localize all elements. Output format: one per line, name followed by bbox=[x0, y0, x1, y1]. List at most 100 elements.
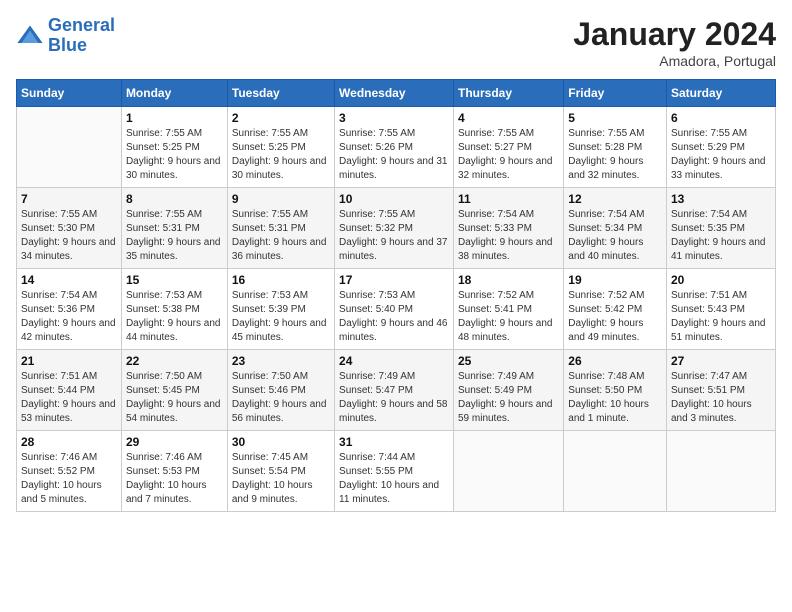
day-info: Sunrise: 7:47 AMSunset: 5:51 PMDaylight:… bbox=[671, 370, 771, 426]
day-number: 13 bbox=[671, 192, 771, 206]
day-number: 12 bbox=[568, 192, 662, 206]
calendar-cell: 15Sunrise: 7:53 AMSunset: 5:38 PMDayligh… bbox=[121, 269, 227, 350]
day-number: 17 bbox=[339, 273, 449, 287]
day-number: 4 bbox=[458, 111, 559, 125]
day-info: Sunrise: 7:54 AMSunset: 5:33 PMDaylight:… bbox=[458, 208, 559, 264]
day-info: Sunrise: 7:52 AMSunset: 5:41 PMDaylight:… bbox=[458, 289, 559, 345]
calendar-cell: 14Sunrise: 7:54 AMSunset: 5:36 PMDayligh… bbox=[17, 269, 122, 350]
calendar-week-row: 1 Sunrise: 7:55 AMSunset: 5:25 PMDaylight… bbox=[17, 107, 776, 188]
day-number: 22 bbox=[126, 354, 223, 368]
calendar-cell: 5 Sunrise: 7:55 AMSunset: 5:28 PMDaylight… bbox=[564, 107, 667, 188]
day-number: 5 bbox=[568, 111, 662, 125]
calendar-body: 1 Sunrise: 7:55 AMSunset: 5:25 PMDaylight… bbox=[17, 107, 776, 512]
day-info: Sunrise: 7:52 AMSunset: 5:42 PMDaylight:… bbox=[568, 289, 662, 345]
calendar-week-row: 7 Sunrise: 7:55 AMSunset: 5:30 PMDaylight… bbox=[17, 188, 776, 269]
day-info: Sunrise: 7:55 AMSunset: 5:25 PMDaylight:… bbox=[232, 127, 330, 183]
day-number: 29 bbox=[126, 435, 223, 449]
day-info: Sunrise: 7:55 AMSunset: 5:31 PMDaylight:… bbox=[126, 208, 223, 264]
day-info: Sunrise: 7:54 AMSunset: 5:35 PMDaylight:… bbox=[671, 208, 771, 264]
day-info: Sunrise: 7:49 AMSunset: 5:47 PMDaylight:… bbox=[339, 370, 449, 426]
header-row: SundayMondayTuesdayWednesdayThursdayFrid… bbox=[17, 80, 776, 107]
day-number: 18 bbox=[458, 273, 559, 287]
day-info: Sunrise: 7:55 AMSunset: 5:29 PMDaylight:… bbox=[671, 127, 771, 183]
day-info: Sunrise: 7:49 AMSunset: 5:49 PMDaylight:… bbox=[458, 370, 559, 426]
day-info: Sunrise: 7:50 AMSunset: 5:45 PMDaylight:… bbox=[126, 370, 223, 426]
day-info: Sunrise: 7:50 AMSunset: 5:46 PMDaylight:… bbox=[232, 370, 330, 426]
calendar-cell: 7 Sunrise: 7:55 AMSunset: 5:30 PMDaylight… bbox=[17, 188, 122, 269]
calendar-cell: 13 Sunrise: 7:54 AMSunset: 5:35 PMDayligh… bbox=[666, 188, 775, 269]
day-info: Sunrise: 7:55 AMSunset: 5:30 PMDaylight:… bbox=[21, 208, 117, 264]
day-number: 20 bbox=[671, 273, 771, 287]
header-monday: Monday bbox=[121, 80, 227, 107]
calendar-cell: 21Sunrise: 7:51 AMSunset: 5:44 PMDayligh… bbox=[17, 350, 122, 431]
day-info: Sunrise: 7:55 AMSunset: 5:27 PMDaylight:… bbox=[458, 127, 559, 183]
calendar-cell: 24 Sunrise: 7:49 AMSunset: 5:47 PMDayligh… bbox=[335, 350, 454, 431]
header-wednesday: Wednesday bbox=[335, 80, 454, 107]
calendar-header: SundayMondayTuesdayWednesdayThursdayFrid… bbox=[17, 80, 776, 107]
calendar-cell: 30 Sunrise: 7:45 AMSunset: 5:54 PMDayligh… bbox=[227, 431, 334, 512]
logo-line2: Blue bbox=[48, 35, 87, 55]
day-number: 16 bbox=[232, 273, 330, 287]
calendar-cell bbox=[666, 431, 775, 512]
day-number: 10 bbox=[339, 192, 449, 206]
calendar-cell: 23 Sunrise: 7:50 AMSunset: 5:46 PMDayligh… bbox=[227, 350, 334, 431]
day-number: 9 bbox=[232, 192, 330, 206]
calendar-cell: 12Sunrise: 7:54 AMSunset: 5:34 PMDayligh… bbox=[564, 188, 667, 269]
logo: General Blue bbox=[16, 16, 115, 56]
calendar-cell bbox=[564, 431, 667, 512]
header-friday: Friday bbox=[564, 80, 667, 107]
logo-text: General Blue bbox=[48, 16, 115, 56]
calendar-cell: 20Sunrise: 7:51 AMSunset: 5:43 PMDayligh… bbox=[666, 269, 775, 350]
calendar-cell: 27Sunrise: 7:47 AMSunset: 5:51 PMDayligh… bbox=[666, 350, 775, 431]
day-number: 6 bbox=[671, 111, 771, 125]
calendar-week-row: 21Sunrise: 7:51 AMSunset: 5:44 PMDayligh… bbox=[17, 350, 776, 431]
calendar-cell bbox=[17, 107, 122, 188]
title-block: January 2024 Amadora, Portugal bbox=[573, 16, 776, 69]
calendar-cell: 9Sunrise: 7:55 AMSunset: 5:31 PMDaylight… bbox=[227, 188, 334, 269]
day-info: Sunrise: 7:53 AMSunset: 5:40 PMDaylight:… bbox=[339, 289, 449, 345]
calendar-cell: 22 Sunrise: 7:50 AMSunset: 5:45 PMDayligh… bbox=[121, 350, 227, 431]
calendar-cell: 26 Sunrise: 7:48 AMSunset: 5:50 PMDayligh… bbox=[564, 350, 667, 431]
calendar-cell: 6 Sunrise: 7:55 AMSunset: 5:29 PMDaylight… bbox=[666, 107, 775, 188]
day-info: Sunrise: 7:55 AMSunset: 5:25 PMDaylight:… bbox=[126, 127, 223, 183]
calendar-cell: 17 Sunrise: 7:53 AMSunset: 5:40 PMDayligh… bbox=[335, 269, 454, 350]
calendar-cell: 10 Sunrise: 7:55 AMSunset: 5:32 PMDayligh… bbox=[335, 188, 454, 269]
day-number: 15 bbox=[126, 273, 223, 287]
subtitle: Amadora, Portugal bbox=[573, 53, 776, 69]
day-info: Sunrise: 7:45 AMSunset: 5:54 PMDaylight:… bbox=[232, 451, 330, 507]
day-number: 23 bbox=[232, 354, 330, 368]
day-info: Sunrise: 7:55 AMSunset: 5:26 PMDaylight:… bbox=[339, 127, 449, 183]
calendar-cell: 11 Sunrise: 7:54 AMSunset: 5:33 PMDayligh… bbox=[453, 188, 563, 269]
calendar-cell: 29 Sunrise: 7:46 AMSunset: 5:53 PMDayligh… bbox=[121, 431, 227, 512]
day-number: 31 bbox=[339, 435, 449, 449]
calendar-cell bbox=[453, 431, 563, 512]
day-number: 7 bbox=[21, 192, 117, 206]
day-number: 24 bbox=[339, 354, 449, 368]
logo-icon bbox=[16, 22, 44, 50]
header-thursday: Thursday bbox=[453, 80, 563, 107]
day-number: 28 bbox=[21, 435, 117, 449]
day-number: 1 bbox=[126, 111, 223, 125]
day-number: 2 bbox=[232, 111, 330, 125]
calendar-week-row: 14Sunrise: 7:54 AMSunset: 5:36 PMDayligh… bbox=[17, 269, 776, 350]
day-info: Sunrise: 7:55 AMSunset: 5:32 PMDaylight:… bbox=[339, 208, 449, 264]
calendar-cell: 8 Sunrise: 7:55 AMSunset: 5:31 PMDaylight… bbox=[121, 188, 227, 269]
day-number: 26 bbox=[568, 354, 662, 368]
main-title: January 2024 bbox=[573, 16, 776, 53]
calendar-cell: 28Sunrise: 7:46 AMSunset: 5:52 PMDayligh… bbox=[17, 431, 122, 512]
day-info: Sunrise: 7:46 AMSunset: 5:53 PMDaylight:… bbox=[126, 451, 223, 507]
calendar-table: SundayMondayTuesdayWednesdayThursdayFrid… bbox=[16, 79, 776, 512]
calendar-cell: 18 Sunrise: 7:52 AMSunset: 5:41 PMDayligh… bbox=[453, 269, 563, 350]
calendar-cell: 16 Sunrise: 7:53 AMSunset: 5:39 PMDayligh… bbox=[227, 269, 334, 350]
day-info: Sunrise: 7:48 AMSunset: 5:50 PMDaylight:… bbox=[568, 370, 662, 426]
day-number: 30 bbox=[232, 435, 330, 449]
logo-line1: General bbox=[48, 15, 115, 35]
day-number: 8 bbox=[126, 192, 223, 206]
day-info: Sunrise: 7:54 AMSunset: 5:36 PMDaylight:… bbox=[21, 289, 117, 345]
day-number: 11 bbox=[458, 192, 559, 206]
day-info: Sunrise: 7:55 AMSunset: 5:28 PMDaylight:… bbox=[568, 127, 662, 183]
day-number: 21 bbox=[21, 354, 117, 368]
day-number: 25 bbox=[458, 354, 559, 368]
day-info: Sunrise: 7:53 AMSunset: 5:39 PMDaylight:… bbox=[232, 289, 330, 345]
calendar-week-row: 28Sunrise: 7:46 AMSunset: 5:52 PMDayligh… bbox=[17, 431, 776, 512]
